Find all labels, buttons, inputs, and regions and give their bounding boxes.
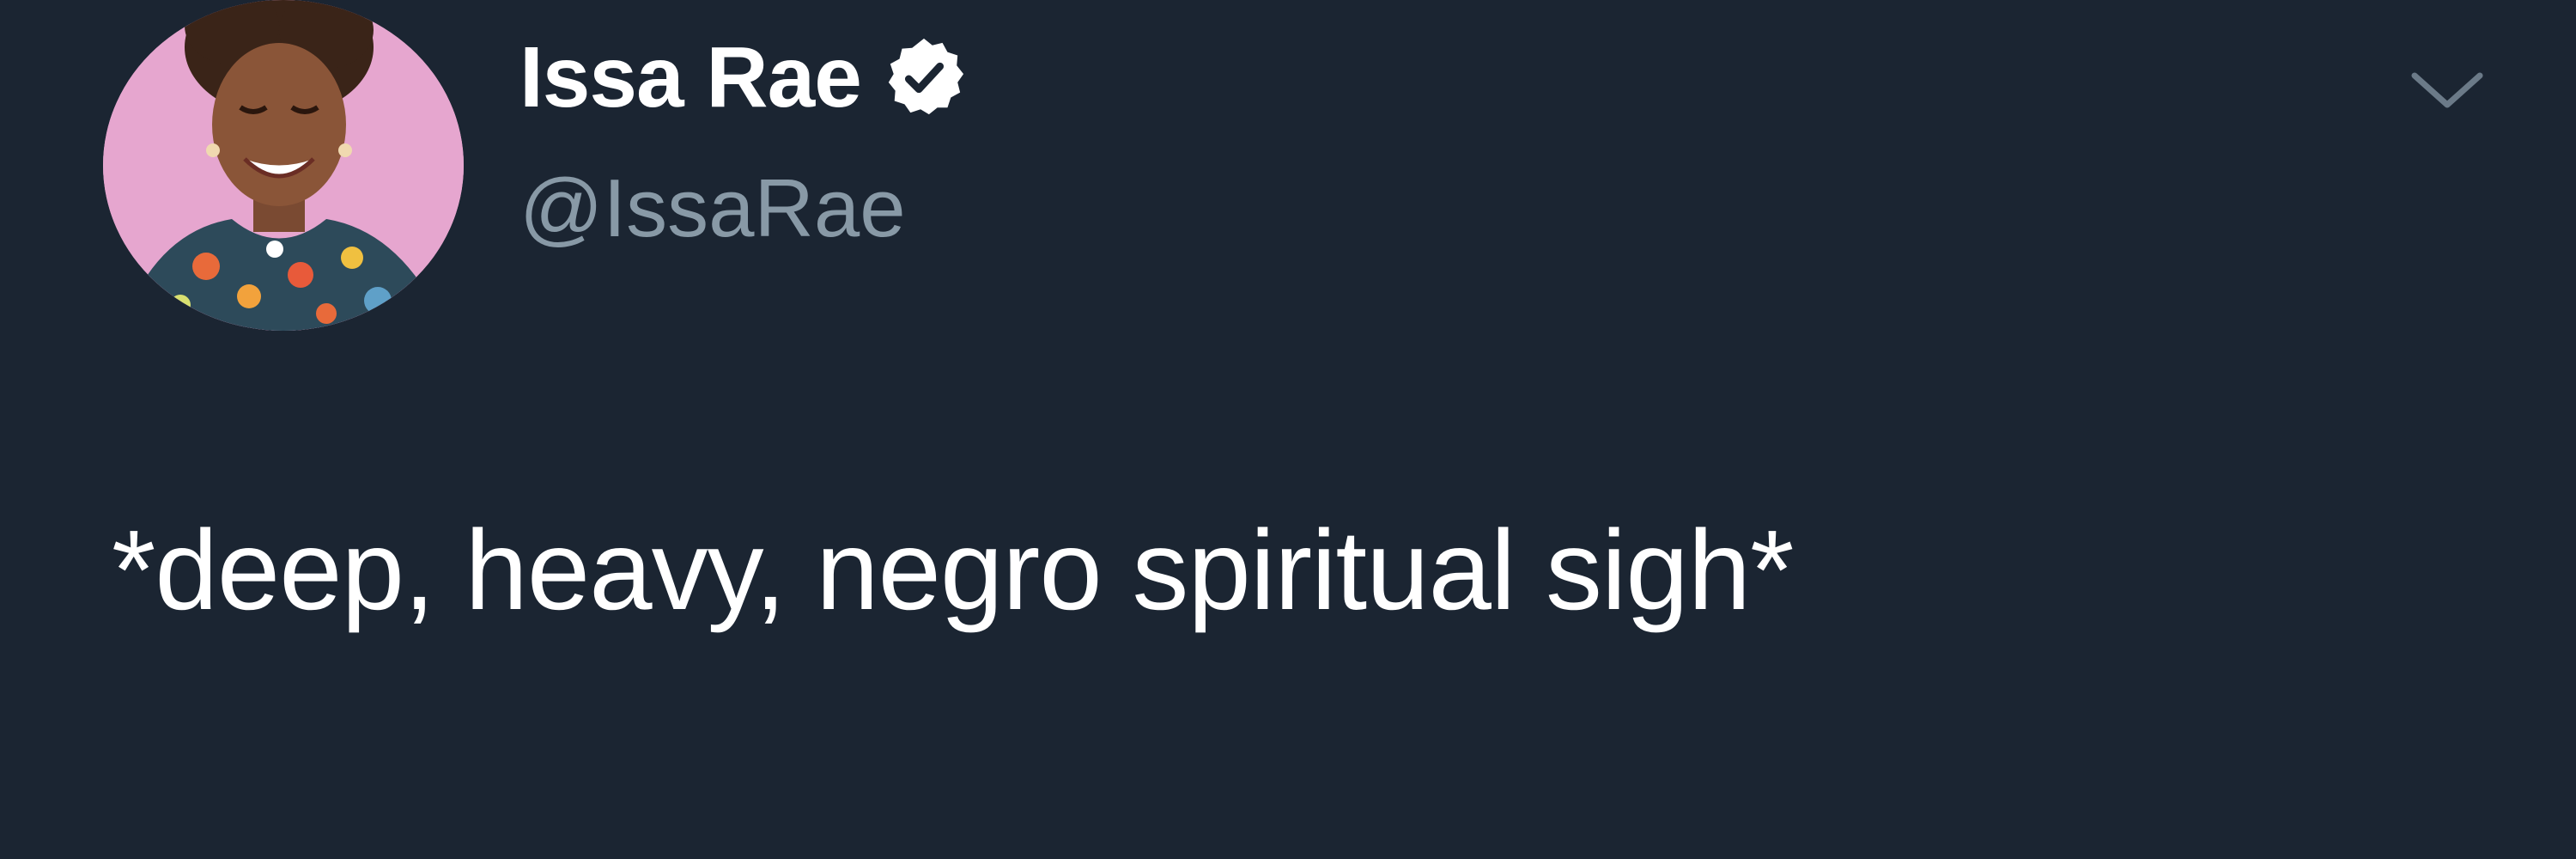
avatar-image xyxy=(103,0,464,331)
chevron-down-icon[interactable] xyxy=(2404,60,2490,120)
verified-badge-icon xyxy=(882,35,966,119)
user-name-row[interactable]: Issa Rae xyxy=(519,34,966,120)
user-avatar[interactable] xyxy=(103,0,464,331)
tweet-card: Issa Rae @IssaRae *deep, heavy, negro sp… xyxy=(0,0,2576,859)
user-handle[interactable]: @IssaRae xyxy=(519,168,906,250)
display-name[interactable]: Issa Rae xyxy=(519,34,862,120)
tweet-text: *deep, heavy, negro spiritual sigh* xyxy=(112,507,1794,633)
